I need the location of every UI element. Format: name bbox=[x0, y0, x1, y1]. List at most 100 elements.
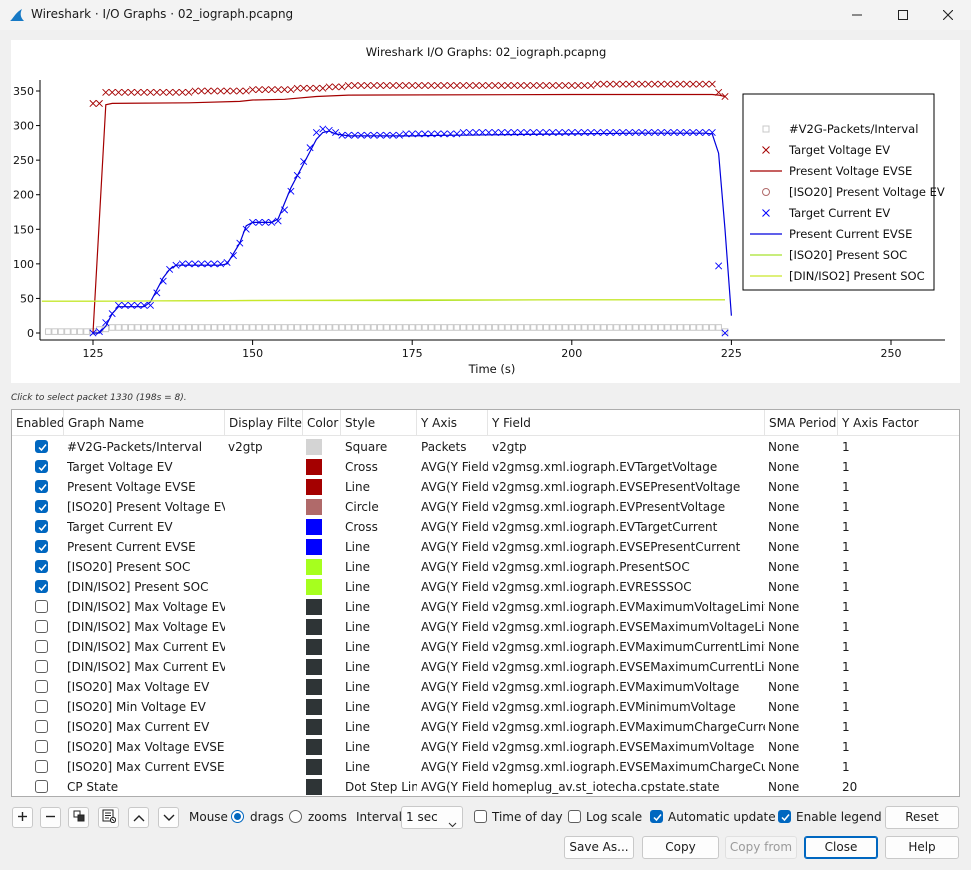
table-row[interactable]: [ISO20] Present Voltage EV Circle AVG(Y Fi… bbox=[12, 497, 959, 517]
cell-style[interactable]: Circle bbox=[345, 497, 417, 517]
cell-display-filter[interactable] bbox=[228, 557, 303, 577]
color-swatch[interactable] bbox=[306, 479, 322, 495]
cell-sma-period[interactable]: None bbox=[768, 517, 838, 537]
cell-y-axis[interactable]: Packets bbox=[421, 437, 488, 457]
cell-display-filter[interactable] bbox=[228, 697, 303, 717]
minimize-button[interactable] bbox=[834, 0, 880, 30]
cell-style[interactable]: Line bbox=[345, 737, 417, 757]
log-scale-checkbox[interactable] bbox=[568, 810, 581, 823]
cell-display-filter[interactable] bbox=[228, 777, 303, 796]
mouse-drags-radio[interactable] bbox=[231, 810, 244, 823]
cell-y-axis-factor[interactable]: 1 bbox=[842, 577, 959, 597]
cell-y-field[interactable]: v2gmsg.xml.iograph.EVPresentVoltage bbox=[492, 497, 765, 517]
cell-graph-name[interactable]: [DIN/ISO2] Present SOC bbox=[67, 577, 225, 597]
cell-sma-period[interactable]: None bbox=[768, 717, 838, 737]
automatic-update-checkbox[interactable] bbox=[650, 810, 663, 823]
column-header-y-axis-factor[interactable]: Y Axis Factor bbox=[838, 410, 959, 436]
table-row[interactable]: Target Current EV Cross AVG(Y Field) v2gmsg… bbox=[12, 517, 959, 537]
color-swatch[interactable] bbox=[306, 639, 322, 655]
table-row[interactable]: [ISO20] Max Current EV Line AVG(Y Field) v2… bbox=[12, 717, 959, 737]
mouse-zooms-radio[interactable] bbox=[289, 810, 302, 823]
cell-y-axis[interactable]: AVG(Y Field) bbox=[421, 697, 488, 717]
enabled-checkbox[interactable] bbox=[35, 720, 48, 733]
cell-display-filter[interactable]: v2gtp bbox=[228, 437, 303, 457]
cell-y-axis-factor[interactable]: 1 bbox=[842, 557, 959, 577]
cell-y-axis[interactable]: AVG(Y Field) bbox=[421, 617, 488, 637]
cell-sma-period[interactable]: None bbox=[768, 637, 838, 657]
enabled-checkbox[interactable] bbox=[35, 520, 48, 533]
table-row[interactable]: CP State Dot Step LineAVG(Y Field)homeplu… bbox=[12, 777, 959, 796]
cell-display-filter[interactable] bbox=[228, 477, 303, 497]
color-swatch[interactable] bbox=[306, 459, 322, 475]
enabled-checkbox[interactable] bbox=[35, 460, 48, 473]
cell-y-axis[interactable]: AVG(Y Field) bbox=[421, 637, 488, 657]
color-swatch[interactable] bbox=[306, 699, 322, 715]
cell-display-filter[interactable] bbox=[228, 657, 303, 677]
cell-y-axis-factor[interactable]: 1 bbox=[842, 677, 959, 697]
cell-display-filter[interactable] bbox=[228, 497, 303, 517]
cell-sma-period[interactable]: None bbox=[768, 497, 838, 517]
enabled-checkbox[interactable] bbox=[35, 480, 48, 493]
cell-style[interactable]: Line bbox=[345, 757, 417, 777]
cell-y-axis[interactable]: AVG(Y Field) bbox=[421, 757, 488, 777]
cell-sma-period[interactable]: None bbox=[768, 557, 838, 577]
cell-style[interactable]: Line bbox=[345, 477, 417, 497]
cell-y-axis-factor[interactable]: 1 bbox=[842, 437, 959, 457]
cell-style[interactable]: Line bbox=[345, 577, 417, 597]
cell-y-field[interactable]: v2gmsg.xml.iograph.EVTargetVoltage bbox=[492, 457, 765, 477]
cell-style[interactable]: Line bbox=[345, 717, 417, 737]
clear-graphs-button[interactable] bbox=[98, 807, 119, 828]
enabled-checkbox[interactable] bbox=[35, 540, 48, 553]
cell-display-filter[interactable] bbox=[228, 637, 303, 657]
color-swatch[interactable] bbox=[306, 579, 322, 595]
table-row[interactable]: [ISO20] Present SOC Line AVG(Y Field) v2gms… bbox=[12, 557, 959, 577]
remove-graph-button[interactable] bbox=[40, 807, 61, 828]
cell-graph-name[interactable]: Present Current EVSE bbox=[67, 537, 225, 557]
table-row[interactable]: [DIN/ISO2] Max Voltage EV Line AVG(Y Field… bbox=[12, 597, 959, 617]
column-header-style[interactable]: Style bbox=[341, 410, 417, 436]
duplicate-graph-button[interactable] bbox=[68, 807, 89, 828]
cell-display-filter[interactable] bbox=[228, 577, 303, 597]
cell-y-field[interactable]: v2gmsg.xml.iograph.EVSEMaximumVoltage bbox=[492, 737, 765, 757]
cell-y-axis-factor[interactable]: 1 bbox=[842, 597, 959, 617]
cell-style[interactable]: Line bbox=[345, 557, 417, 577]
table-row[interactable]: [ISO20] Max Voltage EV Line AVG(Y Field) v2… bbox=[12, 677, 959, 697]
table-row[interactable]: [ISO20] Max Current EVSE Line AVG(Y Field)… bbox=[12, 757, 959, 777]
copy-button[interactable]: Copy bbox=[642, 836, 719, 859]
cell-y-axis-factor[interactable]: 1 bbox=[842, 697, 959, 717]
cell-sma-period[interactable]: None bbox=[768, 657, 838, 677]
move-down-button[interactable] bbox=[158, 807, 179, 828]
interval-select[interactable]: 1 sec bbox=[401, 806, 463, 829]
table-row[interactable]: [DIN/ISO2] Max Voltage EVSE LineAVG(Y Fie… bbox=[12, 617, 959, 637]
log-scale-label[interactable]: Log scale bbox=[586, 810, 642, 824]
cell-y-field[interactable]: v2gmsg.xml.iograph.EVMaximumCurrentLimit bbox=[492, 637, 765, 657]
cell-y-axis[interactable]: AVG(Y Field) bbox=[421, 717, 488, 737]
color-swatch[interactable] bbox=[306, 599, 322, 615]
table-row[interactable]: Present Current EVSE Line AVG(Y Field) v2gm… bbox=[12, 537, 959, 557]
maximize-button[interactable] bbox=[880, 0, 926, 30]
table-row[interactable]: Target Voltage EV Cross AVG(Y Field) v2gmsg… bbox=[12, 457, 959, 477]
enable-legend-label[interactable]: Enable legend bbox=[796, 810, 882, 824]
enabled-checkbox[interactable] bbox=[35, 640, 48, 653]
cell-graph-name[interactable]: #V2G-Packets/Interval bbox=[67, 437, 225, 457]
cell-graph-name[interactable]: Present Voltage EVSE bbox=[67, 477, 225, 497]
cell-style[interactable]: Dot Step Line bbox=[345, 777, 417, 796]
cell-y-axis[interactable]: AVG(Y Field) bbox=[421, 597, 488, 617]
cell-y-axis-factor[interactable]: 1 bbox=[842, 737, 959, 757]
column-header-y-field[interactable]: Y Field bbox=[488, 410, 765, 436]
automatic-update-label[interactable]: Automatic update bbox=[668, 810, 776, 824]
cell-sma-period[interactable]: None bbox=[768, 597, 838, 617]
cell-graph-name[interactable]: [ISO20] Present Voltage EV bbox=[67, 497, 225, 517]
column-header-sma-period[interactable]: SMA Period bbox=[765, 410, 838, 436]
cell-y-field[interactable]: v2gmsg.xml.iograph.EVSEMaximumCurrentLim… bbox=[492, 657, 765, 677]
enabled-checkbox[interactable] bbox=[35, 700, 48, 713]
add-graph-button[interactable] bbox=[12, 807, 33, 828]
cell-y-axis-factor[interactable]: 1 bbox=[842, 537, 959, 557]
table-row[interactable]: [DIN/ISO2] Present SOC Line AVG(Y Field) v2… bbox=[12, 577, 959, 597]
enabled-checkbox[interactable] bbox=[35, 620, 48, 633]
cell-y-field[interactable]: v2gmsg.xml.iograph.EVMaximumChargeCurren… bbox=[492, 717, 765, 737]
column-header-enabled[interactable]: Enabled bbox=[12, 410, 64, 436]
enabled-checkbox[interactable] bbox=[35, 440, 48, 453]
cell-display-filter[interactable] bbox=[228, 757, 303, 777]
cell-style[interactable]: Line bbox=[345, 677, 417, 697]
